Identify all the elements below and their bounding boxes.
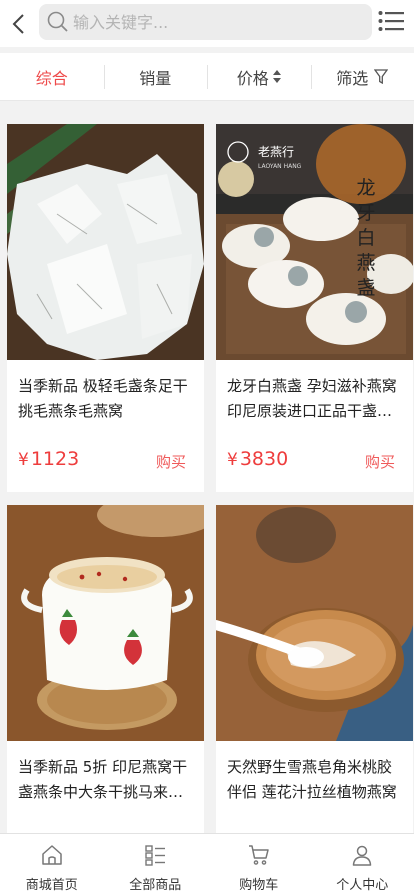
product-image-bird-nest-strips[interactable] [7,124,204,360]
sort-sales-label: 销量 [139,68,172,88]
filter-tab[interactable]: 筛选 [310,53,414,100]
back-button[interactable] [0,0,38,47]
banner-char: 牙 [356,202,375,224]
user-icon [353,845,372,866]
product-image-stewed-bird-nest-pot[interactable] [7,505,204,741]
product-image-snow-nest-soup[interactable] [216,505,413,741]
product-card[interactable]: 当季新品 极轻毛盏条足干挑毛燕条毛燕窝 ¥1123 购买 [7,124,204,492]
sort-price-tab[interactable]: 价格 [207,53,311,100]
buy-button[interactable]: 购买 [365,451,395,472]
nav-home-label: 商城首页 [25,878,78,893]
top-bar [0,0,414,47]
search-bar[interactable] [39,4,372,40]
nav-cart[interactable]: 购物车 [207,834,311,896]
product-title[interactable]: 天然野生雪燕皂角米桃胶伴侣 莲花汁拉丝植物燕窝 [227,755,405,805]
nav-cart-label: 购物车 [239,878,279,893]
product-title[interactable]: 龙牙白燕盏 孕妇滋补燕窝印尼原装进口正品干盏溯... [227,374,405,424]
sort-comprehensive-tab[interactable]: 综合 [0,53,104,100]
product-title[interactable]: 当季新品 5折 印尼燕窝干盏燕条中大条干挑马来西... [18,755,196,805]
price-value: 1123 [30,448,80,470]
currency-symbol: ¥ [18,450,29,470]
product-card[interactable]: 龙 牙 白 燕 盏 老燕行 LAOYAN HANG 龙牙白燕盏 孕妇滋补燕窝印尼… [216,124,413,492]
buy-button[interactable]: 购买 [156,451,186,472]
price-value: 3830 [239,448,289,470]
banner-char: 燕 [356,252,375,274]
product-image-dragon-tooth-nest[interactable]: 龙 牙 白 燕 盏 老燕行 LAOYAN HANG [216,124,413,360]
bottom-navigation: 商城首页 全部商品 购物车 个人中心 [0,833,414,896]
sort-arrows-icon [272,70,281,83]
sort-comprehensive-label: 综合 [35,68,68,88]
nav-profile[interactable]: 个人中心 [311,834,414,896]
search-icon [47,11,68,32]
sort-sales-tab[interactable]: 销量 [103,53,208,100]
banner-char: 盏 [356,277,375,299]
filter-funnel-icon [374,69,389,84]
brand-logo-subtext: LAOYAN HANG [258,163,302,170]
banner-char: 龙 [356,177,375,199]
product-title[interactable]: 当季新品 极轻毛盏条足干挑毛燕条毛燕窝 [18,374,196,424]
chevron-left-icon [12,13,24,34]
brand-logo-text: 老燕行 [258,145,294,159]
nav-all-products-label: 全部商品 [129,878,182,893]
sort-filter-bar: 综合 销量 价格 筛选 [0,53,414,101]
filter-label: 筛选 [336,68,369,88]
menu-button[interactable] [376,7,406,35]
nav-profile-label: 个人中心 [336,878,389,893]
product-card[interactable]: 天然野生雪燕皂角米桃胶伴侣 莲花汁拉丝植物燕窝 [216,505,413,833]
list-icon [145,845,166,866]
product-grid: 当季新品 极轻毛盏条足干挑毛燕条毛燕窝 ¥1123 购买 龙 牙 白 燕 盏 老… [0,101,414,833]
product-card[interactable]: 当季新品 5折 印尼燕窝干盏燕条中大条干挑马来西... [7,505,204,833]
currency-symbol: ¥ [227,450,238,470]
cart-icon [248,845,269,865]
nav-home[interactable]: 商城首页 [0,834,104,896]
search-input[interactable] [73,12,353,32]
product-price: ¥3830 [227,448,288,470]
home-icon [42,845,62,865]
sort-price-label: 价格 [236,68,269,88]
nav-all-products[interactable]: 全部商品 [104,834,208,896]
list-menu-icon [378,11,404,31]
banner-char: 白 [356,227,375,249]
product-price: ¥1123 [18,448,79,470]
